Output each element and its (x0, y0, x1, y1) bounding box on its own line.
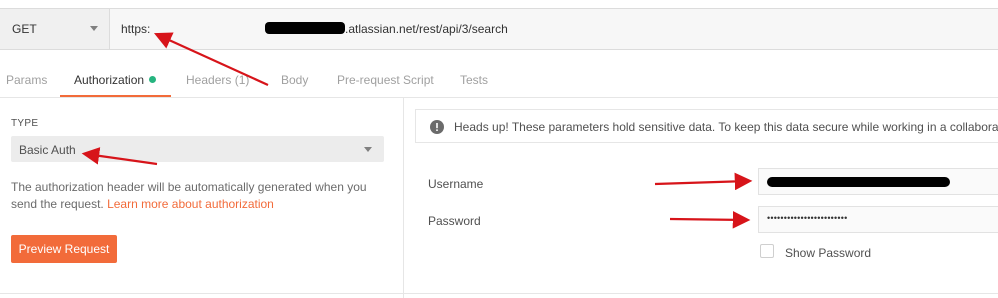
type-label: TYPE (11, 118, 39, 129)
show-password-checkbox[interactable] (760, 244, 774, 258)
url-prefix: https: (121, 22, 151, 36)
username-field[interactable] (758, 168, 998, 195)
notice-text: Heads up! These parameters hold sensitiv… (454, 120, 998, 134)
password-value: •••••••••••••••••••••••• (767, 213, 848, 223)
status-dot-icon (149, 76, 157, 83)
password-label: Password (428, 214, 481, 228)
info-icon (430, 120, 444, 134)
tab-headers[interactable]: Headers (1) (186, 73, 249, 87)
password-arrow (669, 211, 751, 229)
request-url-bar: GET https: .atlassian.net/rest/api/3/sea… (0, 8, 998, 50)
auth-help-text: The authorization header will be automat… (11, 179, 386, 213)
request-tabs: Params Authorization Headers (1) Body Pr… (0, 62, 998, 98)
preview-request-button[interactable]: Preview Request (11, 235, 117, 263)
active-tab-indicator (60, 95, 171, 97)
tab-body[interactable]: Body (281, 73, 308, 87)
caret-down-icon (364, 147, 372, 152)
tab-authorization-label: Authorization (74, 73, 145, 87)
auth-type-panel: TYPE Basic Auth The authorization header… (0, 98, 404, 298)
url-input[interactable]: https: .atlassian.net/rest/api/3/search (110, 9, 998, 49)
tab-params[interactable]: Params (6, 73, 47, 87)
tab-pre-request-script[interactable]: Pre-request Script (337, 73, 434, 87)
auth-type-value: Basic Auth (19, 143, 76, 157)
caret-down-icon (90, 26, 98, 31)
username-arrow (654, 172, 753, 191)
username-label: Username (428, 177, 484, 191)
tab-tests[interactable]: Tests (460, 73, 488, 87)
tab-authorization[interactable]: Authorization (74, 73, 157, 87)
learn-more-link[interactable]: Learn more about authorization (107, 197, 274, 211)
sensitive-data-notice: Heads up! These parameters hold sensitiv… (415, 109, 998, 143)
method-label: GET (12, 22, 37, 36)
method-select[interactable]: GET (0, 9, 110, 49)
url-suffix: .atlassian.net/rest/api/3/search (345, 22, 508, 36)
redaction-mark (265, 22, 345, 34)
redaction-mark (767, 177, 950, 187)
auth-type-select[interactable]: Basic Auth (11, 136, 384, 162)
divider (0, 293, 998, 294)
show-password-label: Show Password (785, 246, 872, 260)
password-field[interactable]: •••••••••••••••••••••••• (758, 206, 998, 233)
